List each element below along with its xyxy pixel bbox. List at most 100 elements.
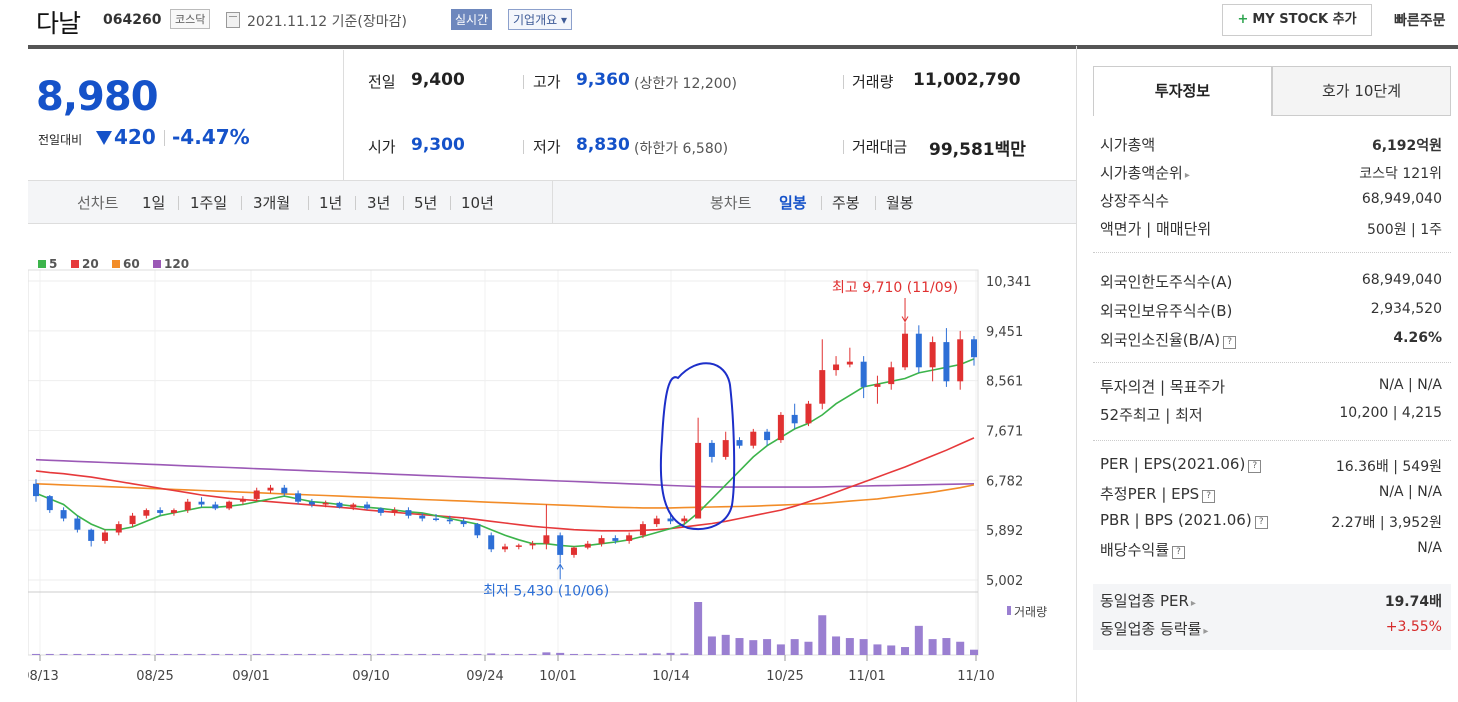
period-10y[interactable]: 10년 <box>461 192 494 213</box>
candle-body <box>819 370 826 404</box>
add-my-stock-button[interactable]: + MY STOCK 추가 <box>1222 4 1372 36</box>
candle-body <box>88 529 95 541</box>
divider <box>1093 252 1451 253</box>
volume-bar <box>942 638 951 655</box>
help-icon[interactable]: ? <box>1248 460 1262 473</box>
period-3y[interactable]: 3년 <box>367 192 390 213</box>
candle-body <box>74 518 81 530</box>
tab-order-book[interactable]: 호가 10단계 <box>1272 66 1451 116</box>
volume-bar <box>128 653 137 655</box>
prev-close-value: 9,400 <box>411 70 465 90</box>
info-label: PER | EPS(2021.06)? <box>1100 455 1262 473</box>
x-tick-label: 09/24 <box>466 669 503 684</box>
candle-body <box>474 524 481 536</box>
help-icon[interactable]: ? <box>1254 516 1268 529</box>
stock-chart[interactable]: 5 20 60 120 10,341 9,451 8,561 7,671 6,782 5,892 5… <box>21 250 1076 700</box>
y-tick-label: 5,892 <box>986 524 1023 539</box>
candle-body <box>915 333 922 368</box>
candle-body <box>626 535 633 541</box>
plus-icon: + <box>1237 12 1249 27</box>
info-value: +3.55% <box>1385 619 1442 635</box>
candle-body <box>308 501 315 505</box>
candle-body <box>598 538 605 544</box>
volume-bar <box>100 653 109 655</box>
legend-swatch <box>112 260 120 268</box>
info-label-text: 외국인한도주식수(A) <box>1100 273 1233 291</box>
volume-bar <box>694 602 703 655</box>
volume-bar <box>211 653 220 655</box>
candle-body <box>488 535 495 550</box>
info-label-text: 추정PER | EPS <box>1100 485 1200 503</box>
candle-body <box>708 442 715 457</box>
ma120-line <box>35 458 975 488</box>
info-value: 2,934,520 <box>1370 301 1442 317</box>
x-tick-label: 09/10 <box>352 669 389 684</box>
candle-body <box>295 493 302 502</box>
volume-bar <box>280 653 289 655</box>
candle-body <box>833 364 840 371</box>
info-value: 2.27배 | 3,952원 <box>1331 515 1442 531</box>
divider <box>843 75 844 89</box>
candle-body <box>957 339 964 382</box>
info-label[interactable]: 동일업종 PER ▸ <box>1100 590 1196 611</box>
candle-body <box>764 431 771 441</box>
candle-body <box>60 510 67 519</box>
period-3m[interactable]: 3개월 <box>253 192 290 213</box>
help-icon[interactable]: ? <box>1172 546 1186 559</box>
info-label-text: 시가총액순위 <box>1100 164 1183 182</box>
divider <box>178 196 179 210</box>
candle-body <box>419 515 426 519</box>
candle-monthly[interactable]: 월봉 <box>886 192 914 213</box>
legend-label: 60 <box>123 257 140 271</box>
realtime-button[interactable]: 실시간 <box>451 9 493 30</box>
candle-body <box>46 496 53 511</box>
candle-body <box>777 414 784 441</box>
info-label-text: 투자의견 | 목표주가 <box>1100 378 1225 396</box>
info-label: 시가총액 <box>1100 134 1155 155</box>
company-overview-dropdown[interactable]: 기업개요 ▾ <box>508 9 572 30</box>
candle-weekly[interactable]: 주봉 <box>832 192 860 213</box>
help-icon[interactable]: ? <box>1223 336 1237 349</box>
period-1d[interactable]: 1일 <box>142 192 165 213</box>
candle-daily[interactable]: 일봉 <box>779 192 807 213</box>
divider <box>821 196 822 210</box>
amount-label: 거래대금 <box>852 138 908 156</box>
volume-bar <box>514 653 523 655</box>
info-label[interactable]: 동일업종 등락률 ▸ <box>1100 618 1208 639</box>
info-value: N/A | N/A <box>1378 484 1442 500</box>
quick-order-link[interactable]: 빠른주문 <box>1394 10 1446 30</box>
divider <box>343 50 344 180</box>
info-value: N/A | N/A <box>1378 377 1442 393</box>
divider <box>875 196 876 210</box>
period-5y[interactable]: 5년 <box>414 192 437 213</box>
tab-investment-info[interactable]: 투자정보 <box>1093 66 1272 116</box>
candle-body <box>157 510 164 513</box>
info-label[interactable]: 시가총액순위 ▸ <box>1100 162 1190 183</box>
candle-body <box>239 498 246 502</box>
price-diff: 420 <box>96 125 156 149</box>
candle-chart-label: 봉차트 <box>710 194 752 212</box>
period-bar: 선차트 1일 1주일 3개월 1년 3년 5년 10년 봉차트 일봉 주봉 월봉 <box>28 180 1076 224</box>
upper-limit: (상한가 12,200) <box>634 76 738 92</box>
volume-bar <box>142 653 151 655</box>
candle-body <box>267 487 274 491</box>
info-label-text: 액면가 | 매매단위 <box>1100 220 1212 238</box>
legend-label: 5 <box>49 257 57 271</box>
help-icon[interactable]: ? <box>1202 490 1216 503</box>
period-1y[interactable]: 1년 <box>319 192 342 213</box>
info-label-text: 시가총액 <box>1100 136 1156 154</box>
volume-bar <box>569 653 578 655</box>
volume-bar <box>321 653 330 655</box>
candle-body <box>612 538 619 541</box>
volume-bar <box>238 653 247 655</box>
period-1w[interactable]: 1주일 <box>190 192 227 213</box>
x-tick-label: 08/13 <box>28 669 59 684</box>
volume-bar <box>487 653 496 655</box>
y-tick-label: 5,002 <box>986 574 1023 589</box>
y-tick-label: 9,451 <box>986 325 1023 340</box>
divider <box>552 181 553 223</box>
candle-body <box>860 361 867 387</box>
stock-code: 064260 <box>103 12 162 28</box>
info-value: 19.74배 <box>1384 594 1442 610</box>
volume-bar <box>445 653 454 655</box>
